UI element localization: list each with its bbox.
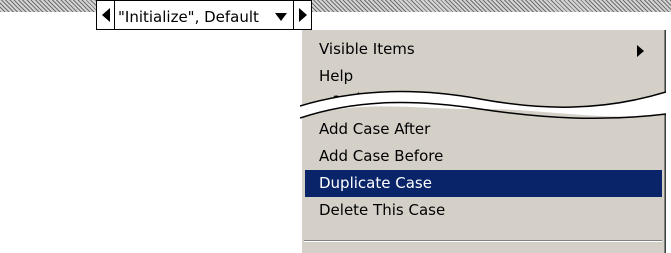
previous-case-button[interactable] — [97, 1, 115, 29]
menu-item-duplicate-case[interactable]: Duplicate Case — [305, 170, 662, 197]
menu-item-label: Help — [319, 67, 354, 85]
right-arrow-icon — [298, 8, 307, 22]
menu-item-label: Visible Items — [319, 40, 415, 58]
menu-separator — [304, 240, 662, 242]
left-arrow-icon — [101, 8, 110, 22]
labview-block-diagram: "Initialize", Default Visible Items Help… — [0, 0, 671, 253]
menu-item-label: Delete This Case — [319, 201, 446, 219]
case-structure-frame-left — [0, 0, 96, 12]
next-case-button[interactable] — [293, 1, 311, 29]
chevron-down-icon[interactable] — [274, 12, 288, 22]
submenu-arrow-icon — [637, 45, 644, 57]
torn-menu-break — [300, 90, 666, 120]
menu-item-delete-this-case[interactable]: Delete This Case — [305, 197, 662, 224]
menu-item-add-case-before[interactable]: Add Case Before — [305, 143, 662, 170]
case-selector[interactable]: "Initialize", Default — [96, 0, 312, 30]
case-structure-frame-right — [312, 0, 671, 12]
menu-item-label: Add Case Before — [319, 147, 444, 165]
context-menu: Visible Items Help Add Case After Add Ca… — [300, 30, 666, 253]
menu-item-visible-items[interactable]: Visible Items — [305, 36, 662, 63]
case-selector-label: "Initialize", Default — [118, 8, 259, 26]
menu-item-label: Duplicate Case — [319, 174, 432, 192]
